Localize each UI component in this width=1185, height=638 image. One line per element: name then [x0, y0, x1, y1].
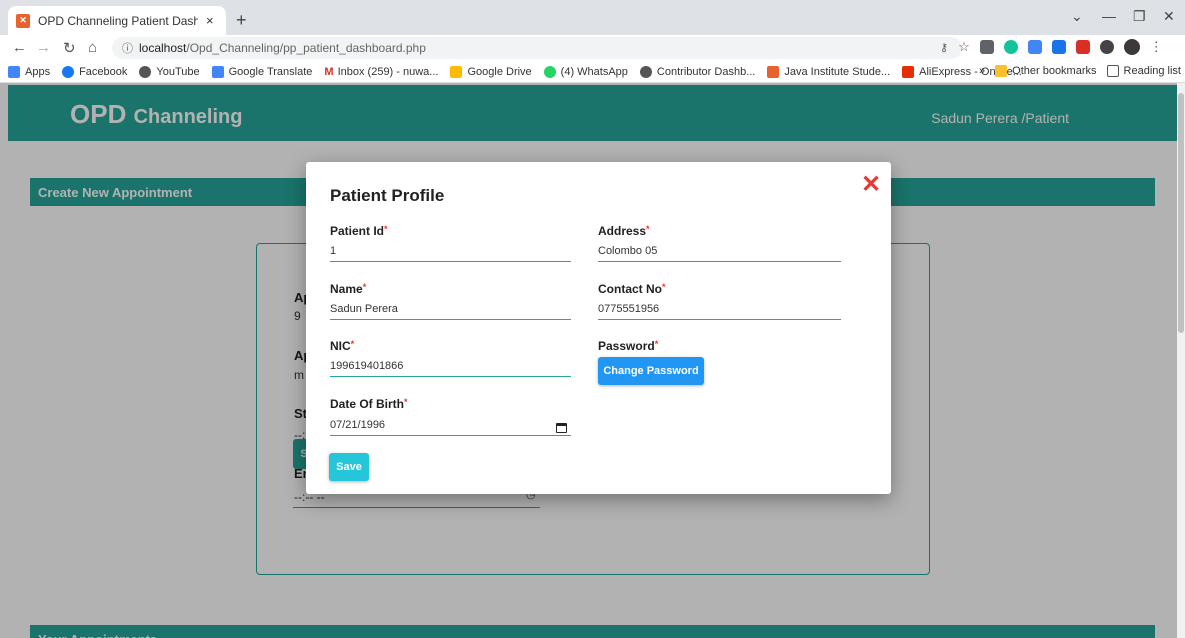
scrollbar-thumb[interactable] — [1178, 93, 1184, 333]
gmail-icon: M — [324, 65, 334, 78]
globe-icon — [139, 65, 152, 78]
back-icon[interactable]: ← — [12, 39, 27, 56]
calendar-icon[interactable] — [556, 423, 567, 433]
bookmark-contributor[interactable]: Contributor Dashb... — [639, 65, 755, 78]
xampp-favicon-icon: ✕ — [16, 13, 30, 28]
bookmark-google-drive[interactable]: Google Drive — [450, 65, 532, 78]
reading-list[interactable]: Reading list — [1106, 65, 1181, 77]
drive-icon — [450, 65, 463, 78]
close-icon[interactable]: ✕ — [859, 173, 883, 198]
address-label: Address* — [598, 224, 650, 238]
address-input[interactable] — [598, 240, 841, 262]
browser-tab[interactable]: ✕ OPD Channeling Patient Dashbo × — [8, 6, 226, 35]
bookmark-java-institute[interactable]: Java Institute Stude... — [767, 65, 890, 78]
translate-icon — [211, 65, 224, 78]
required-mark: * — [662, 282, 666, 292]
translate-extension-icon[interactable] — [1027, 40, 1042, 54]
name-label: Name* — [330, 282, 367, 296]
bookmark-apps[interactable]: Apps — [8, 65, 50, 78]
aliexpress-icon — [902, 65, 915, 78]
site-info-icon[interactable]: ⓘ — [122, 40, 133, 56]
bookmarks-bar: Apps Facebook YouTube Google Translate M… — [0, 61, 1185, 83]
url-path: /Opd_Channeling/pp_patient_dashboard.php — [186, 41, 426, 55]
whatsapp-icon — [543, 65, 556, 78]
menu-kebab-icon[interactable]: ⋮ — [1150, 39, 1163, 55]
key-icon[interactable]: ⚷ — [940, 41, 948, 54]
puzzle-icon[interactable] — [1099, 40, 1114, 54]
nic-label: NIC* — [330, 339, 355, 353]
patient-id-label: Patient Id* — [330, 224, 388, 238]
tab-search-icon[interactable]: ⌄ — [1071, 8, 1083, 25]
browser-toolbar: ← → ↻ ⌂ ⓘ localhost/Opd_Channeling/pp_pa… — [0, 35, 1185, 61]
required-mark: * — [350, 339, 355, 349]
grammarly-icon[interactable] — [1003, 40, 1018, 54]
bookmark-star-icon[interactable]: ☆ — [958, 39, 970, 55]
pdf-icon[interactable] — [1075, 40, 1090, 54]
required-mark: * — [384, 224, 388, 234]
required-mark: * — [404, 397, 408, 407]
other-bookmarks[interactable]: Other bookmarks — [995, 65, 1097, 77]
browser-tabbar: ✕ OPD Channeling Patient Dashbo × + ⌄ — … — [0, 0, 1185, 35]
password-label: Password* — [598, 339, 659, 353]
address-bar[interactable]: ⓘ localhost/Opd_Channeling/pp_patient_da… — [112, 37, 962, 59]
minimize-icon[interactable]: — — [1102, 8, 1116, 24]
change-password-button[interactable]: Change Password — [598, 357, 704, 385]
patient-profile-modal: Patient Profile ✕ Patient Id* Name* NIC*… — [306, 162, 891, 494]
bookmark-gmail[interactable]: M Inbox (259) - nuwa... — [324, 66, 438, 78]
forward-icon[interactable]: → — [36, 39, 51, 56]
required-mark: * — [362, 282, 367, 292]
dob-input[interactable] — [330, 414, 571, 436]
facebook-icon — [62, 65, 75, 78]
tab-title: OPD Channeling Patient Dashbo — [38, 13, 198, 28]
required-mark: * — [654, 339, 659, 349]
nic-input[interactable] — [330, 355, 571, 377]
profile-avatar-icon[interactable] — [1123, 39, 1140, 55]
url-host: localhost — [139, 41, 187, 55]
save-button[interactable]: Save — [329, 453, 369, 481]
apps-grid-icon — [8, 65, 20, 78]
contact-no-input[interactable] — [598, 298, 841, 320]
bookmarks-right: » Other bookmarks Reading list — [979, 65, 1181, 77]
reload-icon[interactable]: ↻ — [63, 39, 76, 57]
reading-list-icon — [1106, 65, 1119, 77]
bookmark-google-translate[interactable]: Google Translate — [211, 65, 312, 78]
restore-icon[interactable]: ❐ — [1133, 8, 1146, 25]
required-mark: * — [646, 224, 650, 234]
patient-id-input[interactable] — [330, 240, 571, 262]
bookmarks-overflow-icon[interactable]: » — [979, 65, 985, 77]
bookmark-facebook[interactable]: Facebook — [62, 65, 127, 78]
home-icon[interactable]: ⌂ — [88, 39, 97, 56]
new-tab-icon[interactable]: + — [236, 10, 247, 31]
extension-icons: ⚷ ☆ ⋮ — [940, 39, 1163, 55]
window-close-icon[interactable]: ✕ — [1163, 8, 1175, 25]
extension-icon[interactable] — [979, 40, 994, 54]
page-scrollbar[interactable] — [1177, 83, 1185, 638]
dob-label: Date Of Birth* — [330, 397, 408, 411]
screen-capture-icon[interactable] — [1051, 40, 1066, 54]
bookmark-youtube[interactable]: YouTube — [139, 65, 200, 78]
bookmark-whatsapp[interactable]: (4) WhatsApp — [543, 65, 628, 78]
globe-icon — [639, 65, 652, 78]
java-icon — [767, 65, 780, 78]
name-input[interactable] — [330, 298, 571, 320]
folder-icon — [995, 65, 1008, 77]
contact-no-label: Contact No* — [598, 282, 666, 296]
tab-close-icon[interactable]: × — [206, 13, 214, 28]
modal-title: Patient Profile — [330, 186, 445, 205]
